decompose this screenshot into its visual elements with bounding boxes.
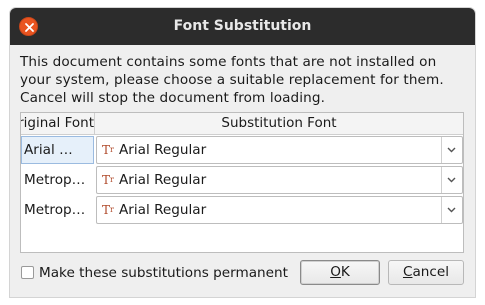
combo-value: Arial Regular — [119, 142, 207, 158]
substitution-font-combo[interactable]: Tr Arial Regular — [96, 136, 463, 164]
combo-value: Arial Regular — [119, 202, 207, 218]
dialog-title: Font Substitution — [173, 18, 312, 34]
ok-button[interactable]: OK — [300, 260, 380, 285]
font-type-icon: Tr — [102, 203, 114, 217]
font-type-icon: Tr — [102, 143, 114, 157]
font-type-icon: Tr — [102, 173, 114, 187]
permanent-checkbox-label[interactable]: Make these substitutions permanent — [39, 265, 288, 281]
cancel-button[interactable]: Cancel — [388, 260, 464, 285]
table-row[interactable]: Arial … Tr Arial Regular — [21, 135, 463, 165]
table-row[interactable]: Metrop… Tr Arial Regular — [21, 165, 463, 195]
ok-label-rest: K — [340, 264, 350, 280]
dialog-message: This document contains some fonts that a… — [20, 54, 444, 106]
close-button[interactable] — [19, 17, 38, 36]
ok-mnemonic: O — [330, 264, 341, 280]
original-font-cell[interactable]: Metrop… — [21, 196, 94, 224]
chevron-down-icon — [447, 207, 456, 213]
cancel-label-rest: ancel — [412, 264, 450, 280]
column-header-substitution[interactable]: Substitution Font — [95, 113, 463, 134]
table-header: Original Font Substitution Font — [21, 113, 463, 135]
combo-dropdown-button[interactable] — [441, 167, 462, 193]
font-substitution-dialog: Font Substitution This document contains… — [10, 8, 475, 297]
table-row[interactable]: Metrop… Tr Arial Regular — [21, 195, 463, 225]
combo-dropdown-button[interactable] — [441, 197, 462, 223]
column-header-original[interactable]: Original Font — [21, 113, 95, 134]
title-bar: Font Substitution — [10, 8, 475, 45]
permanent-checkbox[interactable] — [21, 266, 34, 279]
original-font-cell[interactable]: Metrop… — [21, 166, 94, 194]
chevron-down-icon — [447, 147, 456, 153]
combo-dropdown-button[interactable] — [441, 137, 462, 163]
font-table: Original Font Substitution Font Arial … … — [20, 112, 464, 253]
close-icon — [25, 23, 34, 32]
substitution-font-combo[interactable]: Tr Arial Regular — [96, 166, 463, 194]
substitution-font-combo[interactable]: Tr Arial Regular — [96, 196, 463, 224]
chevron-down-icon — [447, 177, 456, 183]
original-font-cell[interactable]: Arial … — [21, 136, 94, 164]
combo-value: Arial Regular — [119, 172, 207, 188]
